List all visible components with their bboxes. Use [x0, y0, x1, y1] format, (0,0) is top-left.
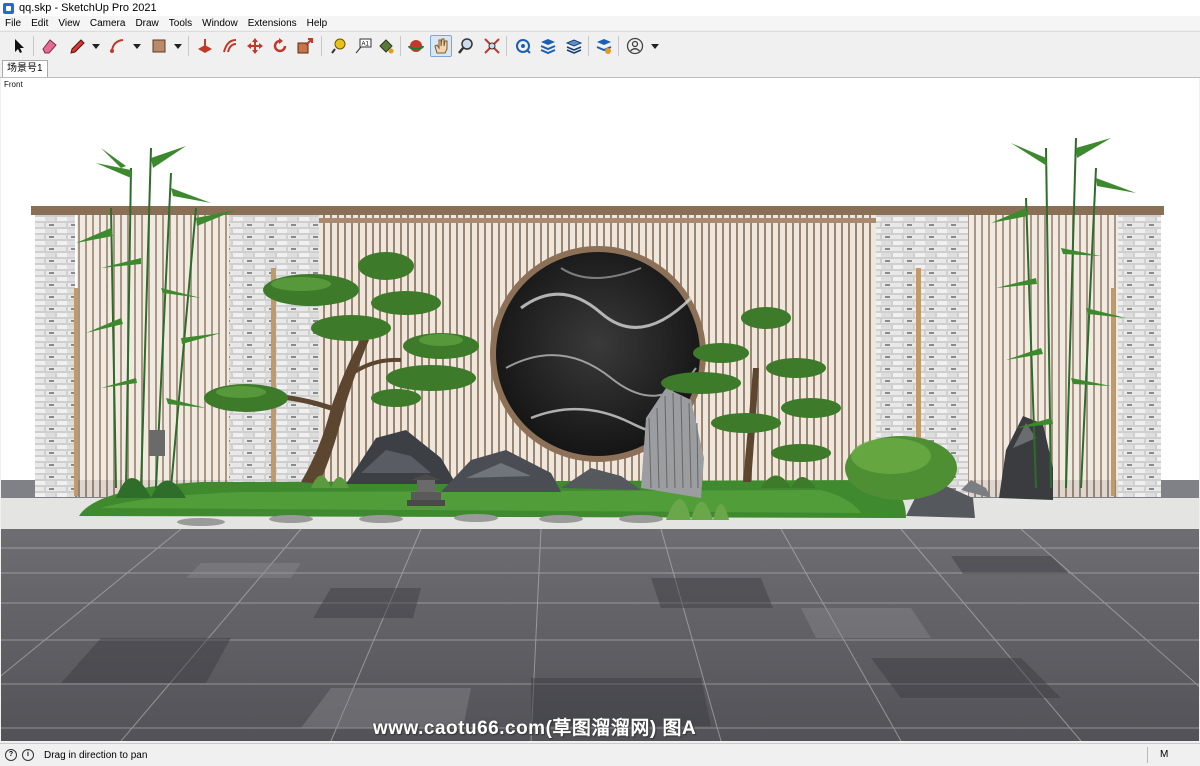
window-title: qq.skp - SketchUp Pro 2021 [19, 2, 157, 14]
pencil-icon [70, 39, 85, 54]
sketchup-logo-icon [3, 2, 14, 14]
tape-measure-tool-button[interactable] [327, 35, 349, 57]
model-viewport[interactable]: Front www.caotu66.com(草图溜溜网) 图A [1, 78, 1199, 741]
menu-view[interactable]: View [53, 18, 85, 29]
paint-bucket-tool-button[interactable] [375, 35, 397, 57]
account-icon [626, 37, 644, 55]
brick-panel [35, 215, 75, 497]
extension-manager-icon [596, 39, 612, 54]
zoom-icon [458, 38, 473, 54]
line-tool-button[interactable] [66, 35, 88, 57]
orbit-icon [408, 40, 424, 52]
tape-measure-icon [331, 38, 346, 54]
move-icon [247, 38, 263, 54]
landscape-model-render [1, 137, 1199, 741]
move-tool-button[interactable] [244, 35, 266, 57]
brick-panel [1118, 215, 1161, 497]
extension-warehouse-button[interactable] [537, 35, 559, 57]
menu-draw[interactable]: Draw [130, 18, 163, 29]
rectangle-icon [152, 39, 166, 53]
extension-manager-button[interactable] [593, 35, 615, 57]
stepping-stone [177, 518, 225, 526]
text-tool-button[interactable]: A1 [352, 35, 374, 57]
chevron-down-icon[interactable] [133, 44, 141, 49]
eraser-tool-button[interactable] [38, 35, 60, 57]
menu-camera[interactable]: Camera [85, 18, 131, 29]
status-message: Drag in direction to pan [44, 749, 148, 761]
info-icon[interactable]: i [22, 749, 34, 761]
rotate-icon [273, 38, 287, 53]
view-name-label: Front [4, 80, 23, 89]
pan-tool-button[interactable] [430, 35, 452, 57]
watermark-text: www.caotu66.com(草图溜溜网) 图A [373, 718, 697, 739]
rotate-tool-button[interactable] [269, 35, 291, 57]
wood-post [271, 268, 276, 493]
menu-tools[interactable]: Tools [164, 18, 197, 29]
layout-button[interactable] [563, 35, 585, 57]
chevron-down-icon[interactable] [174, 44, 182, 49]
stepping-stone [539, 515, 583, 523]
offset-icon [223, 39, 237, 53]
zoom-tool-button[interactable] [455, 35, 477, 57]
account-button[interactable] [624, 35, 646, 57]
chevron-down-icon[interactable] [92, 44, 100, 49]
scene-tab[interactable]: 场景号1 [2, 60, 48, 77]
wall-cap-beam [31, 206, 1164, 215]
warehouse-icon [516, 39, 531, 54]
toolbar: A1 [0, 31, 1200, 61]
status-bar: ? i Drag in direction to pan M [0, 743, 1200, 766]
menu-file[interactable]: File [0, 18, 26, 29]
select-tool-button[interactable] [8, 35, 30, 57]
scene-tab-bar: 场景号1 [0, 59, 1200, 78]
scale-icon [297, 38, 313, 54]
stepping-stone [359, 515, 403, 523]
extension-icon [540, 39, 556, 55]
menu-edit[interactable]: Edit [26, 18, 53, 29]
svg-text:A1: A1 [362, 42, 370, 48]
arc-icon [110, 39, 124, 53]
arrow-cursor-icon [15, 39, 24, 53]
title-bar: qq.skp - SketchUp Pro 2021 [0, 0, 1200, 17]
geo-location-icon[interactable]: ? [5, 749, 17, 761]
eraser-icon [42, 39, 57, 54]
menu-bar: File Edit View Camera Draw Tools Window … [0, 16, 1200, 30]
push-pull-icon [198, 39, 212, 53]
arc-tool-button[interactable] [107, 35, 129, 57]
paint-bucket-icon [379, 39, 394, 54]
3d-warehouse-button[interactable] [512, 35, 534, 57]
stepping-stone [269, 515, 313, 523]
menu-window[interactable]: Window [197, 18, 243, 29]
zoom-extents-tool-button[interactable] [481, 35, 503, 57]
rectangle-tool-button[interactable] [148, 35, 170, 57]
orbit-tool-button[interactable] [405, 35, 427, 57]
stepping-stone [454, 514, 498, 522]
menu-extensions[interactable]: Extensions [243, 18, 302, 29]
measurements-box[interactable]: M [1147, 747, 1200, 763]
scale-tool-button[interactable] [294, 35, 316, 57]
push-pull-tool-button[interactable] [194, 35, 216, 57]
chevron-down-icon[interactable] [651, 44, 659, 49]
stone-lamp [149, 430, 165, 456]
hand-icon [434, 38, 448, 54]
layout-icon [565, 39, 583, 54]
offset-tool-button[interactable] [219, 35, 241, 57]
text-icon: A1 [355, 38, 372, 54]
menu-help[interactable]: Help [302, 18, 333, 29]
stepping-stone [619, 515, 663, 523]
zoom-extents-icon [484, 38, 500, 54]
